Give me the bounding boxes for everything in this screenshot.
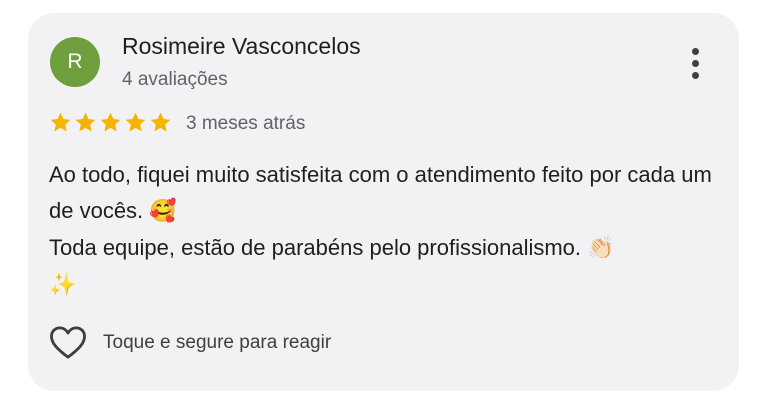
react-button[interactable]: Toque e segure para reagir xyxy=(49,326,331,360)
star-icon xyxy=(100,112,121,132)
avatar[interactable]: R xyxy=(50,37,100,87)
clapping-hands-emoji: 👏🏻 xyxy=(587,236,615,261)
review-paragraph-2: Toda equipe, estão de parabéns pelo prof… xyxy=(49,235,615,298)
sparkles-emoji: ✨ xyxy=(49,273,77,298)
review-count: 4 avaliações xyxy=(122,69,228,90)
more-vertical-icon xyxy=(691,47,699,55)
reviewer-name[interactable]: Rosimeire Vasconcelos xyxy=(122,33,361,60)
smiling-face-hearts-emoji: 🥰 xyxy=(149,199,177,224)
star-icon xyxy=(75,112,96,132)
review-card: R Rosimeire Vasconcelos 4 avaliações 3 m… xyxy=(28,13,739,391)
star-icon xyxy=(150,112,171,132)
review-text: Ao todo, fiquei muito satisfeita com o a… xyxy=(49,157,719,304)
review-time: 3 meses atrás xyxy=(186,113,306,134)
avatar-initial: R xyxy=(67,50,83,73)
star-rating xyxy=(49,111,172,134)
star-icon xyxy=(125,112,146,132)
heart-outline-icon xyxy=(50,326,86,359)
star-icon xyxy=(50,112,71,132)
more-options-button[interactable] xyxy=(680,43,710,83)
review-paragraph-1: Ao todo, fiquei muito satisfeita com o a… xyxy=(49,162,712,224)
react-label: Toque e segure para reagir xyxy=(103,332,332,353)
